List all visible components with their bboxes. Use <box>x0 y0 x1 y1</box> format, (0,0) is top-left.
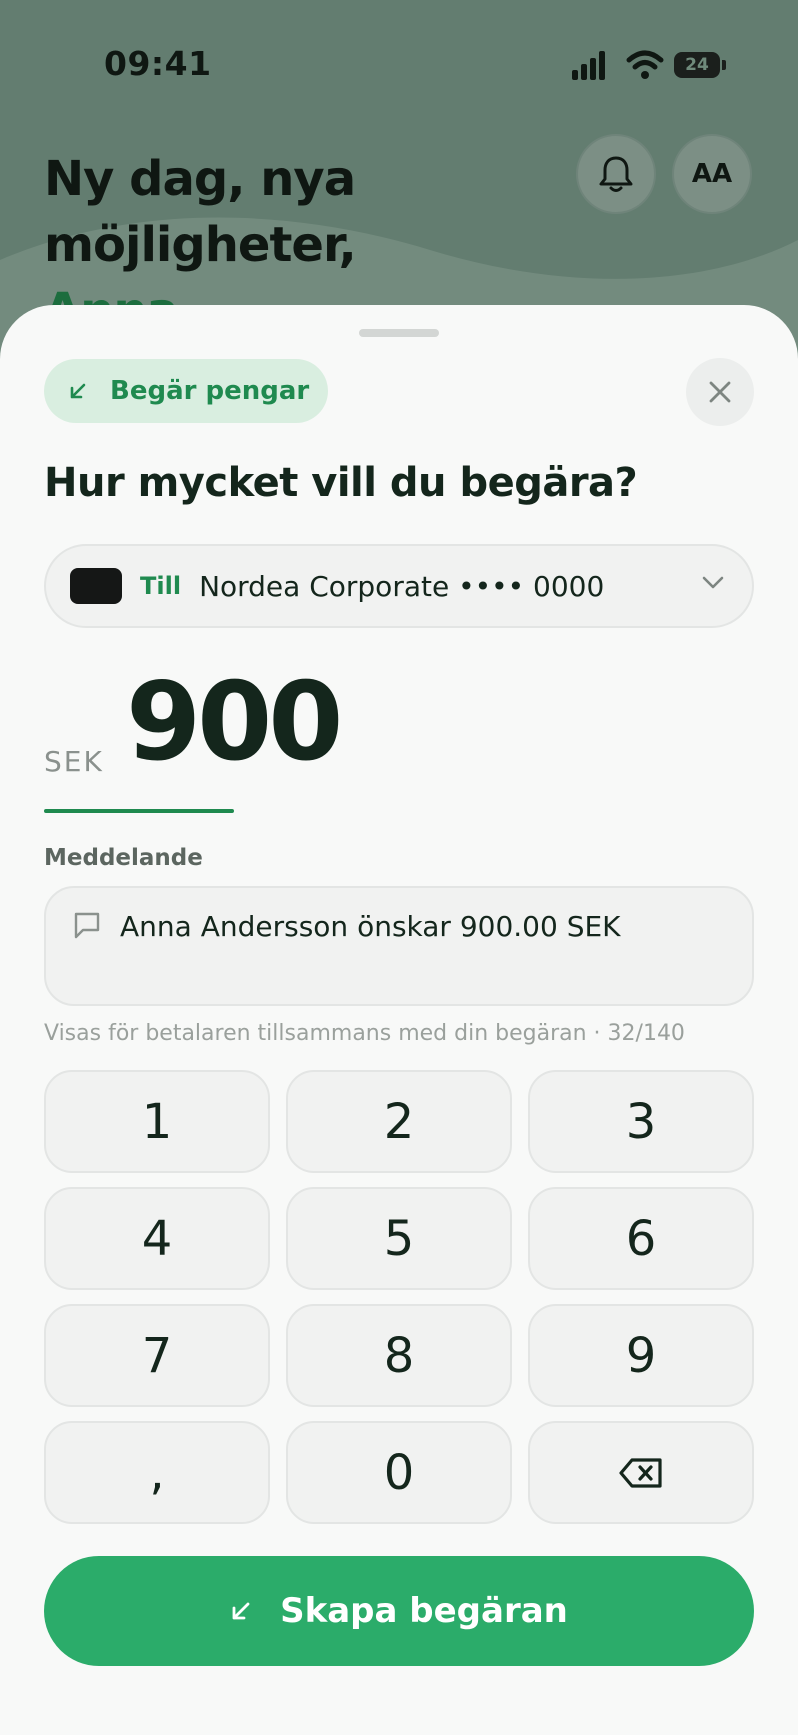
account-select[interactable]: Till Nordea Corporate •••• 0000 <box>44 544 754 628</box>
backspace-icon <box>619 1457 662 1488</box>
key-comma[interactable]: , <box>44 1421 270 1524</box>
keypad: 1 2 3 4 5 6 7 8 9 , 0 <box>44 1070 754 1524</box>
request-type-pill: Begär pengar <box>44 359 328 423</box>
message-text: Anna Andersson önskar 900.00 SEK <box>120 910 621 943</box>
request-money-sheet: Begär pengar Hur mycket vill du begära? … <box>0 305 798 1735</box>
account-prefix: Till <box>140 572 182 600</box>
key-9[interactable]: 9 <box>528 1304 754 1407</box>
greeting-line-1: Ny dag, nya <box>44 151 356 207</box>
message-icon <box>74 912 100 939</box>
key-8[interactable]: 8 <box>286 1304 512 1407</box>
status-time: 09:41 <box>104 44 212 83</box>
key-6[interactable]: 6 <box>528 1187 754 1290</box>
avatar[interactable]: AA <box>672 134 752 214</box>
message-hint: Visas för betalaren tillsammans med din … <box>44 1021 685 1046</box>
account-name: Nordea Corporate •••• 0000 <box>199 569 605 603</box>
backspace-key[interactable] <box>528 1421 754 1524</box>
bell-icon <box>599 156 633 192</box>
message-field[interactable]: Anna Andersson önskar 900.00 SEK <box>44 886 754 1006</box>
message-label: Meddelande <box>44 845 203 871</box>
key-0[interactable]: 0 <box>286 1421 512 1524</box>
key-2[interactable]: 2 <box>286 1070 512 1173</box>
chevron-down-icon <box>702 576 724 589</box>
amount-underline <box>44 809 234 813</box>
status-icons: 24 <box>570 48 730 82</box>
sheet-heading: Hur mycket vill du begära? <box>44 460 638 506</box>
key-5[interactable]: 5 <box>286 1187 512 1290</box>
create-request-label: Skapa begäran <box>280 1591 568 1631</box>
signal-icon <box>572 51 605 80</box>
wifi-icon <box>626 50 664 79</box>
key-3[interactable]: 3 <box>528 1070 754 1173</box>
key-4[interactable]: 4 <box>44 1187 270 1290</box>
close-icon <box>709 381 731 403</box>
sheet-handle[interactable] <box>359 329 439 337</box>
close-button[interactable] <box>686 358 754 426</box>
arrow-down-left-icon <box>230 1600 252 1622</box>
battery-nub <box>722 60 726 70</box>
battery-icon: 24 <box>674 52 720 78</box>
greeting-line-2: möjligheter, <box>44 217 357 273</box>
status-bar: 09:41 24 <box>0 0 798 120</box>
notifications-button[interactable] <box>576 134 656 214</box>
create-request-button[interactable]: Skapa begäran <box>44 1556 754 1666</box>
arrow-down-left-icon <box>68 381 88 401</box>
request-type-label: Begär pengar <box>110 376 310 406</box>
amount-currency: SEK <box>44 745 104 778</box>
key-1[interactable]: 1 <box>44 1070 270 1173</box>
card-icon <box>70 568 122 604</box>
key-7[interactable]: 7 <box>44 1304 270 1407</box>
amount-value[interactable]: 900 <box>126 660 343 785</box>
